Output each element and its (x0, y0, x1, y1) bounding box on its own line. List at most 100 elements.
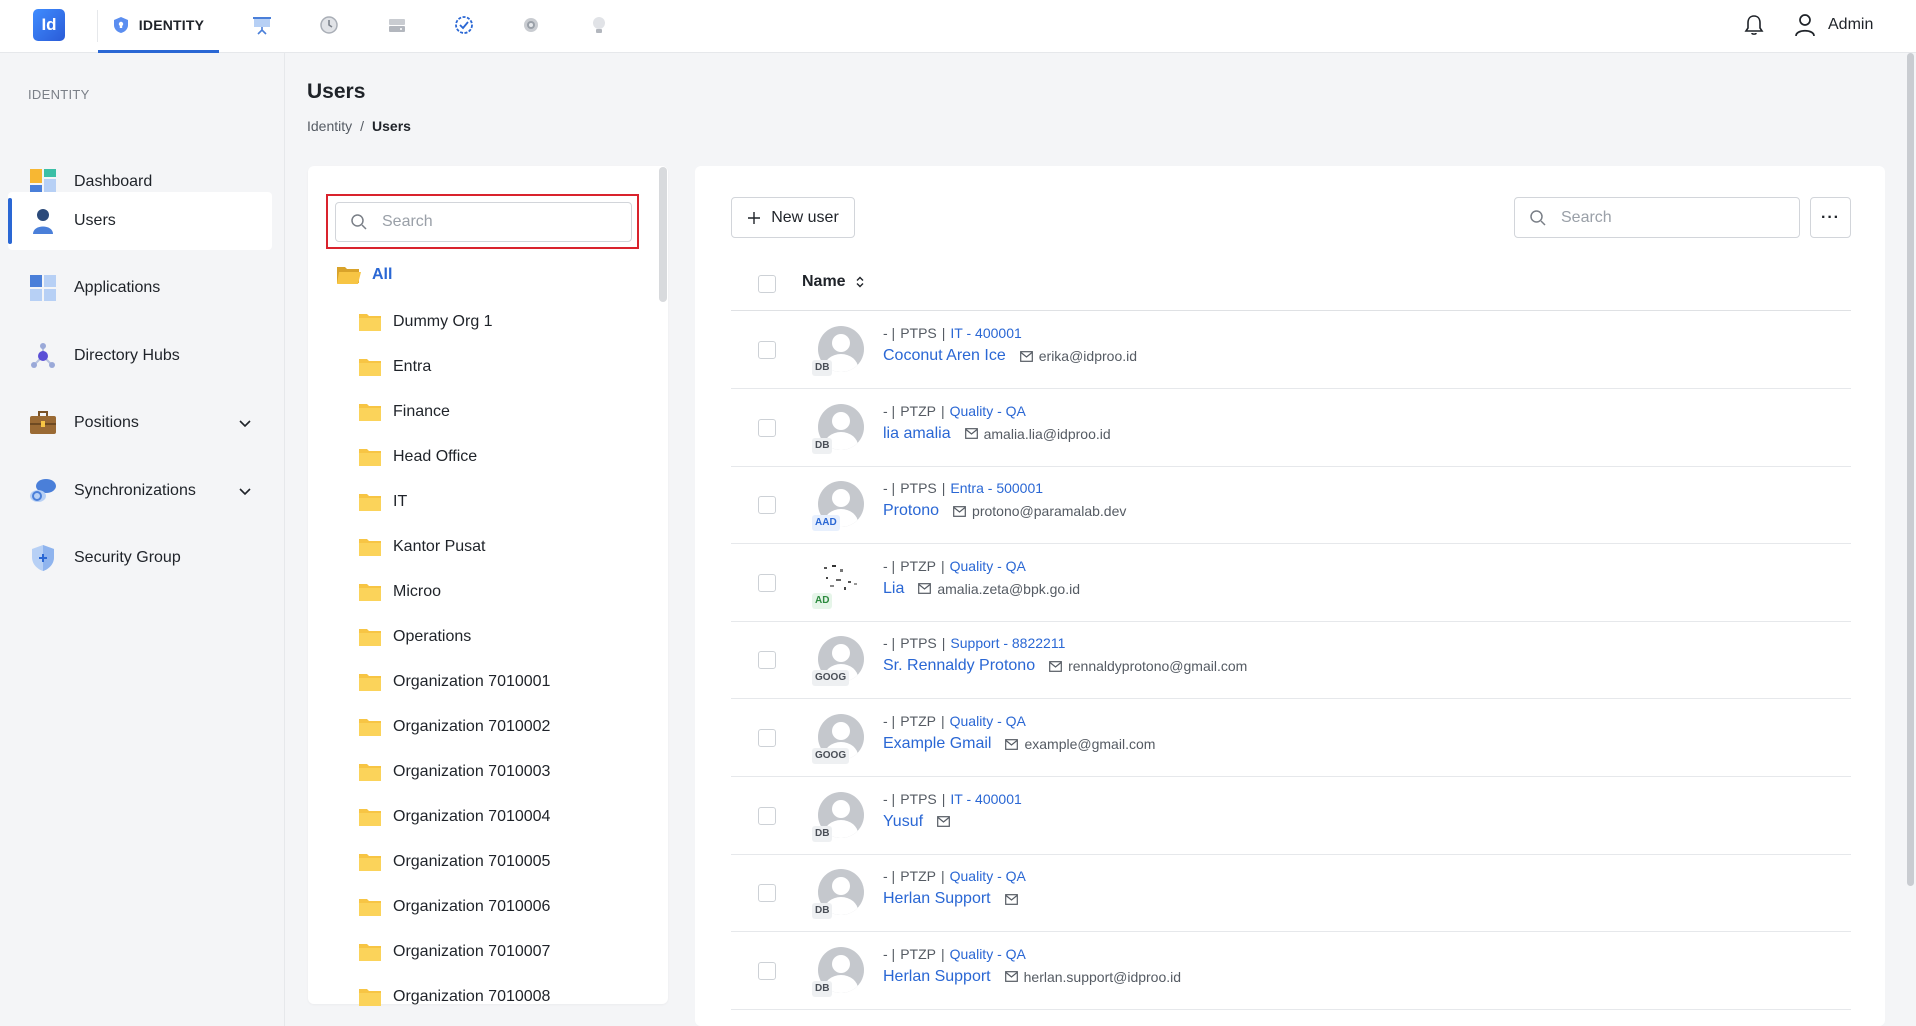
meta-prefix: - | (883, 402, 896, 419)
department[interactable]: Support - 8822211 (950, 635, 1065, 651)
department[interactable]: Entra - 500001 (950, 480, 1043, 496)
user-meta: - | PTZP | Quality - QA (883, 946, 1026, 962)
user-name-link[interactable]: lia amalia (883, 425, 951, 443)
person-icon (28, 206, 58, 236)
sidebar-item-users[interactable]: Users (8, 192, 272, 250)
table-row[interactable]: AD - | PTZP | Quality - QA Lia amalia.zeta@bpk… (731, 544, 1851, 622)
page-scrollbar[interactable] (1907, 53, 1914, 886)
settings-icon[interactable] (518, 12, 544, 38)
table-row[interactable]: DB - | PTZP | Quality - QA Herlan Support herl… (731, 932, 1851, 1010)
tree-item-folder[interactable]: Organization 7010005 (358, 848, 550, 876)
sidebar-item-directory-hubs[interactable]: Directory Hubs (8, 327, 272, 385)
tree-item-folder[interactable]: Operations (358, 623, 471, 651)
user-name-link[interactable]: Sr. Rennaldy Protono (883, 657, 1035, 675)
row-checkbox[interactable] (758, 573, 776, 592)
tree-item-folder[interactable]: Dummy Org 1 (358, 308, 493, 336)
tree-item-folder[interactable]: Organization 7010006 (358, 893, 550, 921)
row-checkbox[interactable] (758, 341, 776, 359)
history-icon[interactable] (316, 12, 342, 38)
meta-prefix: - | (883, 325, 896, 341)
company-code: PTPS (900, 325, 937, 341)
tree-search-input[interactable]: Search (335, 202, 632, 242)
notification-bell-icon[interactable] (1741, 12, 1767, 38)
hub-network-icon (28, 341, 58, 371)
tree-item-folder[interactable]: Entra (358, 353, 431, 381)
tree-item-folder[interactable]: Head Office (358, 443, 477, 471)
tree-item-folder[interactable]: Organization 7010001 (358, 668, 550, 696)
row-checkbox[interactable] (758, 651, 776, 670)
sidebar-item-label: Synchronizations (74, 482, 196, 499)
breadcrumb-parent[interactable]: Identity (307, 118, 352, 134)
row-checkbox[interactable] (758, 806, 776, 825)
tree-item-folder[interactable]: IT (358, 488, 407, 516)
tab-identity[interactable]: IDENTITY (98, 0, 219, 53)
user-email (1004, 893, 1024, 905)
user-name-link[interactable]: Herlan Support (883, 968, 991, 986)
department[interactable]: Quality - QA (950, 403, 1026, 419)
tree-item-folder[interactable]: Kantor Pusat (358, 533, 486, 561)
mail-icon (1004, 971, 1018, 983)
row-checkbox[interactable] (758, 884, 776, 903)
sidebar-item-label: Directory Hubs (74, 347, 180, 364)
tree-item-folder[interactable]: Organization 7010008 (358, 983, 550, 1011)
tree-item-all[interactable]: All (336, 264, 392, 286)
department[interactable]: Quality - QA (950, 868, 1026, 884)
sidebar-item-synchronizations[interactable]: Synchronizations (8, 462, 272, 520)
source-badge: AD (812, 592, 833, 609)
department[interactable]: Quality - QA (950, 713, 1026, 729)
table-row[interactable]: DB - | PTZP | Quality - QA Herlan Support (731, 854, 1851, 933)
user-name-line: lia amalia amalia.lia@idproo.id (883, 425, 1111, 443)
table-row[interactable]: DB - | PTPS | IT - 400001 Yusuf (731, 777, 1851, 855)
department[interactable]: IT - 400001 (950, 325, 1021, 341)
row-checkbox[interactable] (758, 496, 776, 515)
user-name-link[interactable]: Lia (883, 580, 904, 598)
table-row[interactable]: AAD - | PTPS | Entra - 500001 Protono protono@… (731, 466, 1851, 545)
tree-item-folder[interactable]: Microo (358, 578, 441, 606)
table-row[interactable]: DB - | PTZP | Quality - QA lia amalia amalia.l… (731, 389, 1851, 467)
tree-item-folder[interactable]: Organization 7010002 (358, 713, 550, 741)
search-icon (351, 214, 367, 230)
user-email: rennaldyprotono@gmail.com (1049, 658, 1247, 674)
folder-icon (359, 449, 381, 466)
table-row[interactable]: DB - | PTPS | IT - 400001 Coconut Aren Ice eri… (731, 311, 1851, 389)
new-user-button[interactable]: New user (731, 197, 855, 238)
row-checkbox[interactable] (758, 418, 776, 437)
department[interactable]: IT - 400001 (950, 791, 1021, 807)
page-title: Users (307, 80, 366, 103)
department[interactable]: Quality - QA (950, 558, 1026, 574)
user-name-link[interactable]: Yusuf (883, 813, 923, 831)
presentation-icon[interactable] (249, 12, 275, 38)
column-header-name[interactable]: Name (802, 273, 864, 291)
source-badge: DB (812, 903, 833, 920)
user-menu[interactable]: Admin (1794, 11, 1873, 39)
user-name-link[interactable]: Example Gmail (883, 735, 991, 753)
tree-item-folder[interactable]: Organization 7010004 (358, 803, 550, 831)
tree-item-folder[interactable]: Finance (358, 398, 450, 426)
lightbulb-icon[interactable] (586, 12, 612, 38)
sidebar-item-positions[interactable]: Positions (8, 394, 272, 452)
table-row[interactable]: GOOG - | PTZP | Quality - QA Example Gmail exa… (731, 699, 1851, 777)
user-search-input[interactable]: Search (1514, 197, 1800, 238)
sidebar-item-applications[interactable]: Applications (8, 259, 272, 317)
check-circle-icon[interactable] (451, 12, 477, 38)
tree-scrollbar[interactable] (659, 167, 667, 302)
storage-icon[interactable] (384, 12, 410, 38)
row-checkbox[interactable] (758, 961, 776, 980)
tree-item-folder[interactable]: Organization 7010003 (358, 758, 550, 786)
source-badge: DB (812, 437, 833, 454)
department[interactable]: Quality - QA (950, 946, 1026, 962)
row-checkbox[interactable] (758, 729, 776, 747)
folder-icon (359, 809, 381, 826)
select-all-checkbox[interactable] (758, 275, 776, 293)
folder-icon (359, 854, 381, 871)
table-row[interactable]: GOOG - | PTPS | Support - 8822211 Sr. Rennald… (731, 621, 1851, 700)
user-name-link[interactable]: Coconut Aren Ice (883, 347, 1006, 365)
user-name-link[interactable]: Herlan Support (883, 890, 991, 908)
sidebar-item-security-group[interactable]: Security Group (8, 529, 272, 587)
app-logo[interactable]: Id (33, 9, 65, 41)
folder-icon (359, 989, 381, 1006)
more-options-button[interactable]: ··· (1810, 197, 1851, 238)
user-name-link[interactable]: Protono (883, 502, 939, 520)
user-meta: - | PTPS | Support - 8822211 (883, 635, 1065, 651)
tree-item-folder[interactable]: Organization 7010007 (358, 938, 550, 966)
